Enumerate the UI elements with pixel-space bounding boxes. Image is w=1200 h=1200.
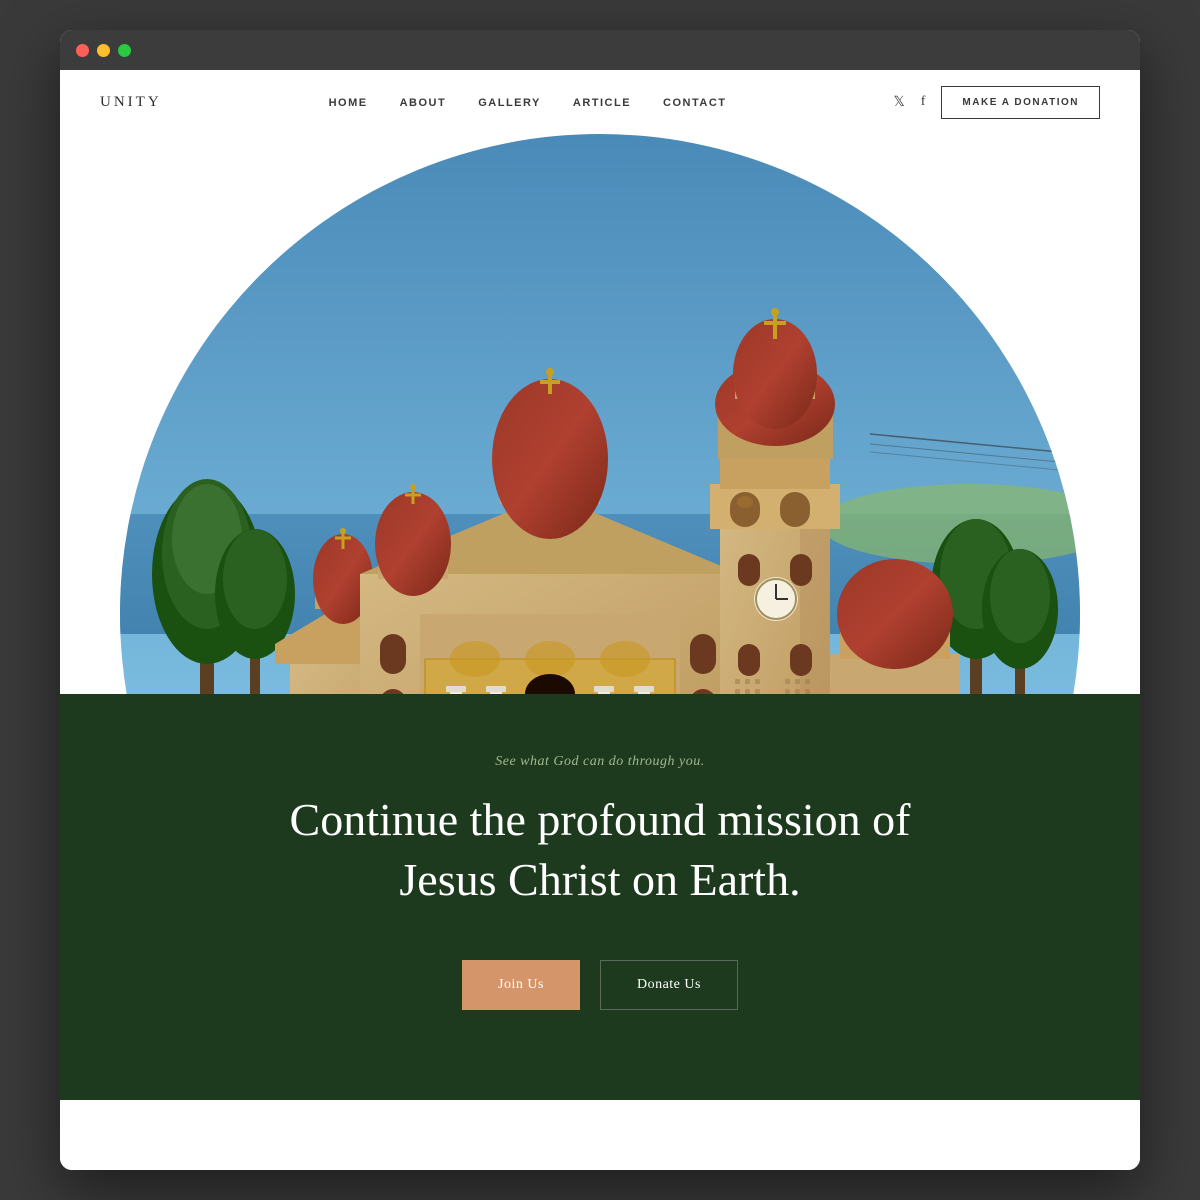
hero-image-container <box>60 134 1140 694</box>
dark-section: See what God can do through you. Continu… <box>60 694 1140 1100</box>
join-us-button[interactable]: Join Us <box>462 960 580 1010</box>
nav-item-home[interactable]: HOME <box>329 93 368 111</box>
facebook-icon[interactable]: f <box>921 94 926 110</box>
nav-link-about[interactable]: ABOUT <box>400 97 447 109</box>
traffic-light-minimize[interactable] <box>97 44 110 57</box>
site-logo[interactable]: UNITY <box>100 94 162 111</box>
make-donation-button[interactable]: MAKE A DONATION <box>941 86 1100 119</box>
nav-link-article[interactable]: ARTICLE <box>573 97 631 109</box>
nav-item-article[interactable]: ARTICLE <box>573 93 631 111</box>
nav-link-home[interactable]: HOME <box>329 97 368 109</box>
subtitle-text: See what God can do through you. <box>100 754 1100 770</box>
cta-buttons: Join Us Donate Us <box>100 960 1100 1010</box>
donate-us-button[interactable]: Donate Us <box>600 960 738 1010</box>
nav-item-contact[interactable]: CONTACT <box>663 93 726 111</box>
nav-item-gallery[interactable]: GALLERY <box>478 93 541 111</box>
heading-line-2: Jesus Christ on Earth. <box>399 854 800 905</box>
nav-link-contact[interactable]: CONTACT <box>663 97 726 109</box>
site-content: UNITY HOME ABOUT GALLERY ARTICLE CONTACT <box>60 70 1140 1170</box>
traffic-light-close[interactable] <box>76 44 89 57</box>
nav-item-about[interactable]: ABOUT <box>400 93 447 111</box>
nav-links: HOME ABOUT GALLERY ARTICLE CONTACT <box>329 93 727 111</box>
browser-window: UNITY HOME ABOUT GALLERY ARTICLE CONTACT <box>60 30 1140 1170</box>
nav-link-gallery[interactable]: GALLERY <box>478 97 541 109</box>
main-heading: Continue the profound mission of Jesus C… <box>240 790 960 910</box>
twitter-icon[interactable]: 𝕏 <box>893 94 904 111</box>
navbar: UNITY HOME ABOUT GALLERY ARTICLE CONTACT <box>60 70 1140 134</box>
church-illustration <box>120 134 1080 694</box>
hero-circle-mask <box>120 134 1080 694</box>
nav-right: 𝕏 f MAKE A DONATION <box>893 86 1100 119</box>
heading-line-1: Continue the profound mission of <box>290 794 911 845</box>
hero-section: See what God can do through you. Continu… <box>60 134 1140 1170</box>
browser-chrome <box>60 30 1140 70</box>
traffic-light-fullscreen[interactable] <box>118 44 131 57</box>
